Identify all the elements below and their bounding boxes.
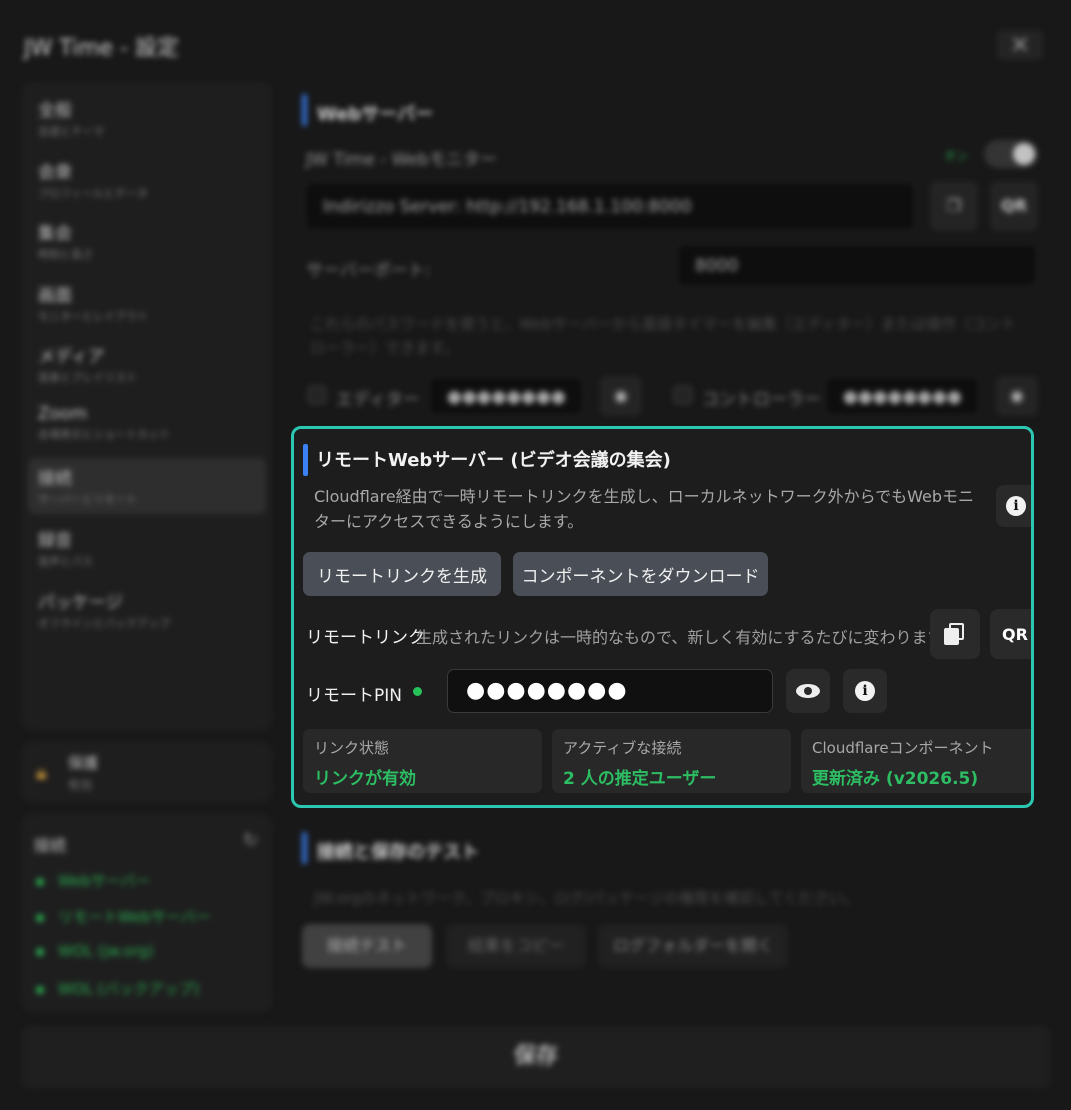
stat-value: 更新済み (v2026.5) [812, 769, 979, 789]
copy-icon [944, 623, 966, 645]
copy-link-button[interactable] [930, 609, 980, 659]
remote-info-button[interactable]: i [996, 485, 1031, 527]
pin-info-button[interactable]: i [843, 669, 887, 713]
remote-web-server-card: リモートWebサーバー (ビデオ会議の集会) Cloudflare経由で一時リモ… [291, 426, 1034, 808]
remote-link-hint: 生成されたリンクは一時的なもので、新しく有効にするたびに変わります。 [416, 628, 958, 647]
remote-pin-field[interactable]: ●●●●●●●● [447, 669, 773, 713]
download-component-button[interactable]: コンポーネントをダウンロード [513, 552, 768, 596]
remote-pin-label: リモートPIN [306, 686, 402, 706]
stat-label: Cloudflareコンポーネント [812, 739, 994, 757]
remote-link-label: リモートリンク [306, 628, 425, 648]
link-status-tile: リンク状態 リンクが有効 [303, 729, 542, 793]
cloudflare-component-tile: Cloudflareコンポーネント 更新済み (v2026.5) [801, 729, 1031, 793]
show-pin-button[interactable] [786, 669, 830, 713]
section-accent-bar [303, 444, 308, 476]
stat-label: アクティブな接続 [563, 739, 682, 757]
status-dot-icon [413, 687, 422, 696]
stat-value: リンクが有効 [314, 769, 416, 789]
info-icon: i [1006, 496, 1026, 516]
eye-icon [796, 684, 820, 698]
remote-section-title: リモートWebサーバー (ビデオ会議の集会) [316, 450, 671, 471]
generate-remote-link-button[interactable]: リモートリンクを生成 [303, 552, 501, 596]
stat-value: 2 人の推定ユーザー [563, 769, 717, 789]
remote-description: Cloudflare経由で一時リモートリンクを生成し、ローカルネットワーク外から… [314, 487, 975, 531]
stat-label: リンク状態 [314, 739, 390, 757]
info-icon: i [855, 681, 875, 701]
active-connections-tile: アクティブな接続 2 人の推定ユーザー [552, 729, 791, 793]
qr-link-button[interactable]: QR [990, 609, 1031, 659]
